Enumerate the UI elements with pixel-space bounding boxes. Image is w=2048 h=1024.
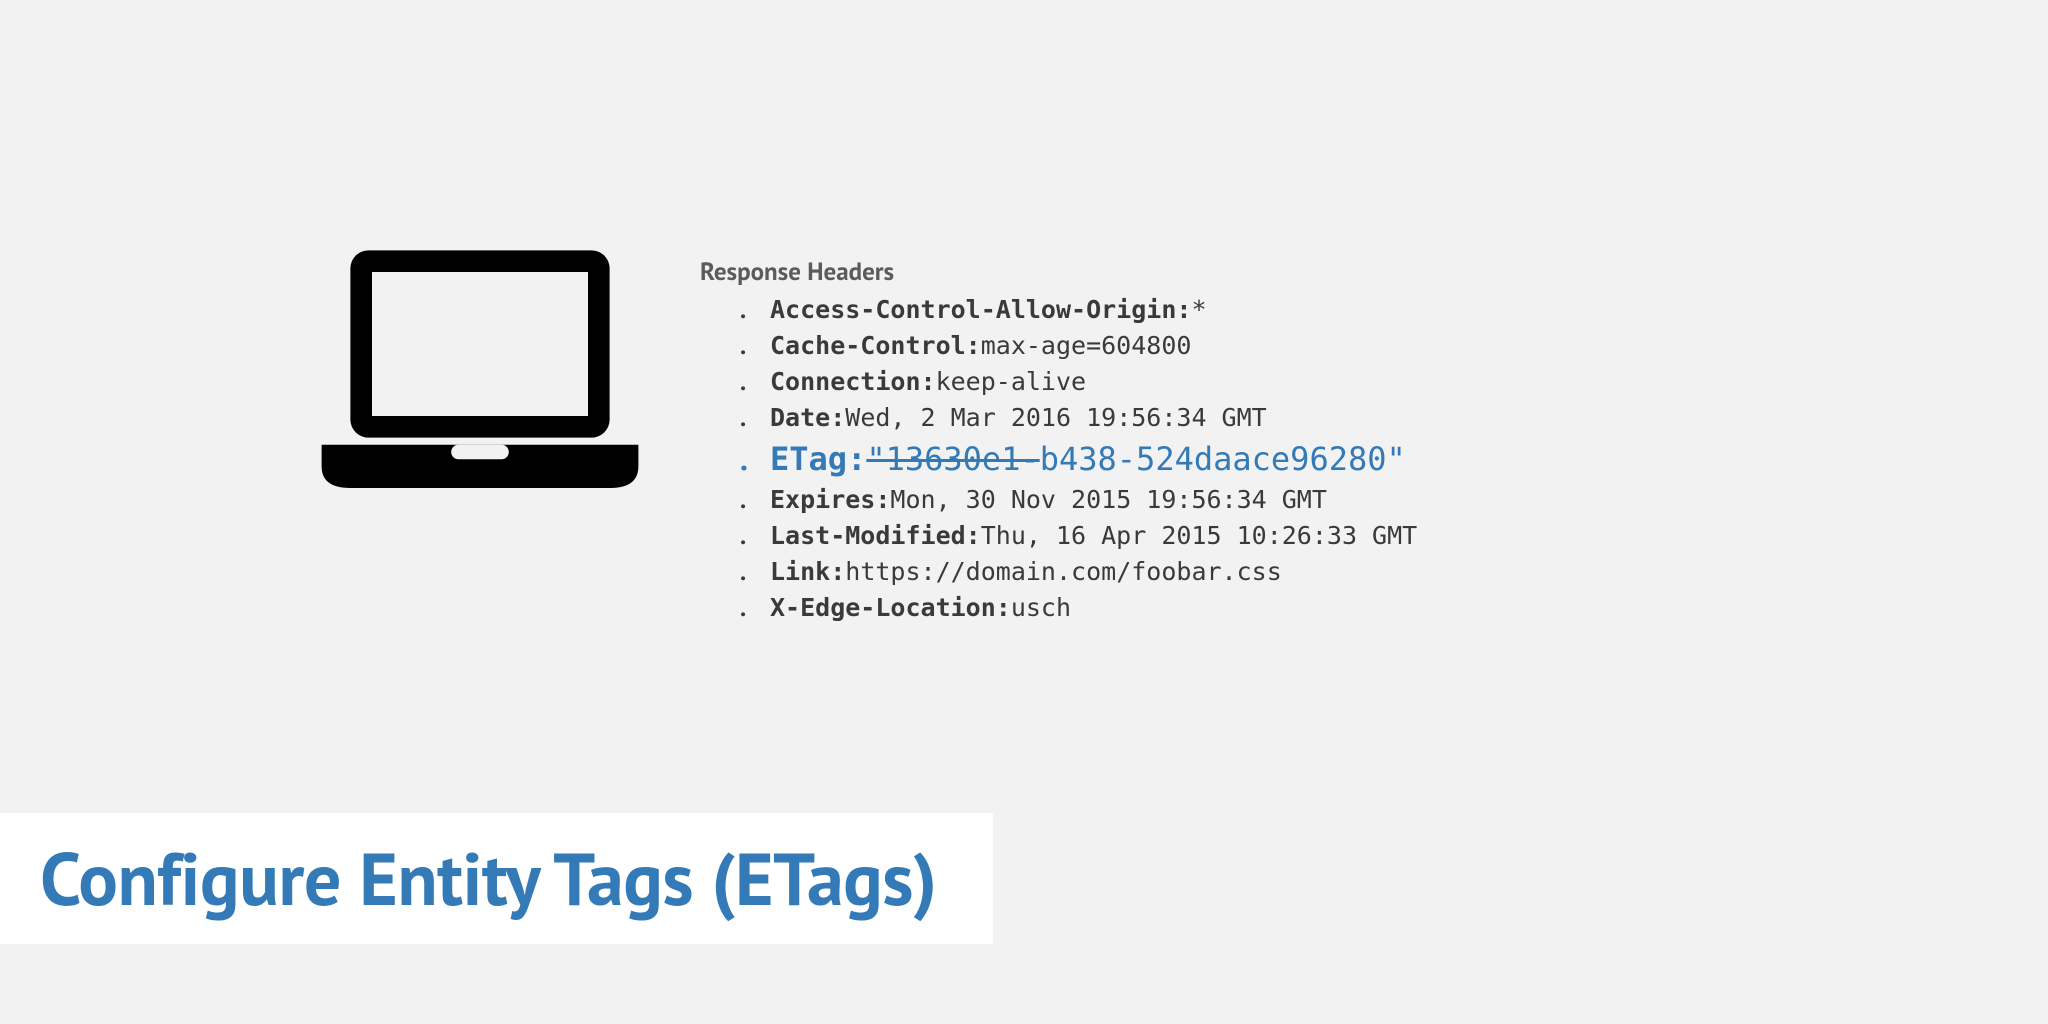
bullet: .: [740, 591, 770, 623]
header-row: . Cache-Control: max-age=604800: [700, 327, 1800, 363]
bullet: .: [740, 401, 770, 433]
bullet: .: [740, 293, 770, 325]
header-name: Connection:: [770, 367, 936, 396]
laptop-icon: [300, 230, 660, 530]
header-value: keep-alive: [936, 367, 1087, 396]
header-name: Date:: [770, 403, 845, 432]
header-row-etag: . ETag: "13630e1- b438-524daace96280": [700, 435, 1800, 481]
header-row: . Last-Modified: Thu, 16 Apr 2015 10:26:…: [700, 517, 1800, 553]
header-row: . Date: Wed, 2 Mar 2016 19:56:34 GMT: [700, 399, 1800, 435]
header-row: . Link: https://domain.com/foobar.css: [700, 553, 1800, 589]
header-name: X-Edge-Location:: [770, 593, 1011, 622]
bullet: .: [740, 519, 770, 551]
bullet: .: [740, 483, 770, 515]
slide-canvas: Response Headers . Access-Control-Allow-…: [0, 0, 2048, 1024]
header-row: . Access-Control-Allow-Origin: *: [700, 291, 1800, 327]
header-row: . X-Edge-Location: usch: [700, 589, 1800, 625]
header-value: Thu, 16 Apr 2015 10:26:33 GMT: [981, 521, 1418, 550]
bullet: .: [740, 437, 770, 479]
header-name: Access-Control-Allow-Origin:: [770, 295, 1191, 324]
header-name: Link:: [770, 557, 845, 586]
header-value: Mon, 30 Nov 2015 19:56:34 GMT: [890, 485, 1327, 514]
header-value: b438-524daace96280": [1040, 440, 1406, 478]
page-title-strip: Configure Entity Tags (ETags): [0, 813, 993, 944]
bullet: .: [740, 555, 770, 587]
header-value: max-age=604800: [981, 331, 1192, 360]
header-name: Expires:: [770, 485, 890, 514]
response-headers-block: Response Headers . Access-Control-Allow-…: [700, 255, 1800, 625]
header-value: https://domain.com/foobar.css: [845, 557, 1282, 586]
header-name: Cache-Control:: [770, 331, 981, 360]
page-title: Configure Entity Tags (ETags): [40, 831, 937, 926]
bullet: .: [740, 329, 770, 361]
header-value-struck: "13630e1-: [866, 440, 1039, 478]
header-value: *: [1191, 295, 1206, 324]
header-value: Wed, 2 Mar 2016 19:56:34 GMT: [845, 403, 1266, 432]
header-value: usch: [1011, 593, 1071, 622]
header-name: Last-Modified:: [770, 521, 981, 550]
header-row: . Connection: keep-alive: [700, 363, 1800, 399]
header-row: . Expires: Mon, 30 Nov 2015 19:56:34 GMT: [700, 481, 1800, 517]
header-name: ETag:: [770, 440, 866, 478]
bullet: .: [740, 365, 770, 397]
response-headers-title: Response Headers: [700, 255, 1800, 287]
